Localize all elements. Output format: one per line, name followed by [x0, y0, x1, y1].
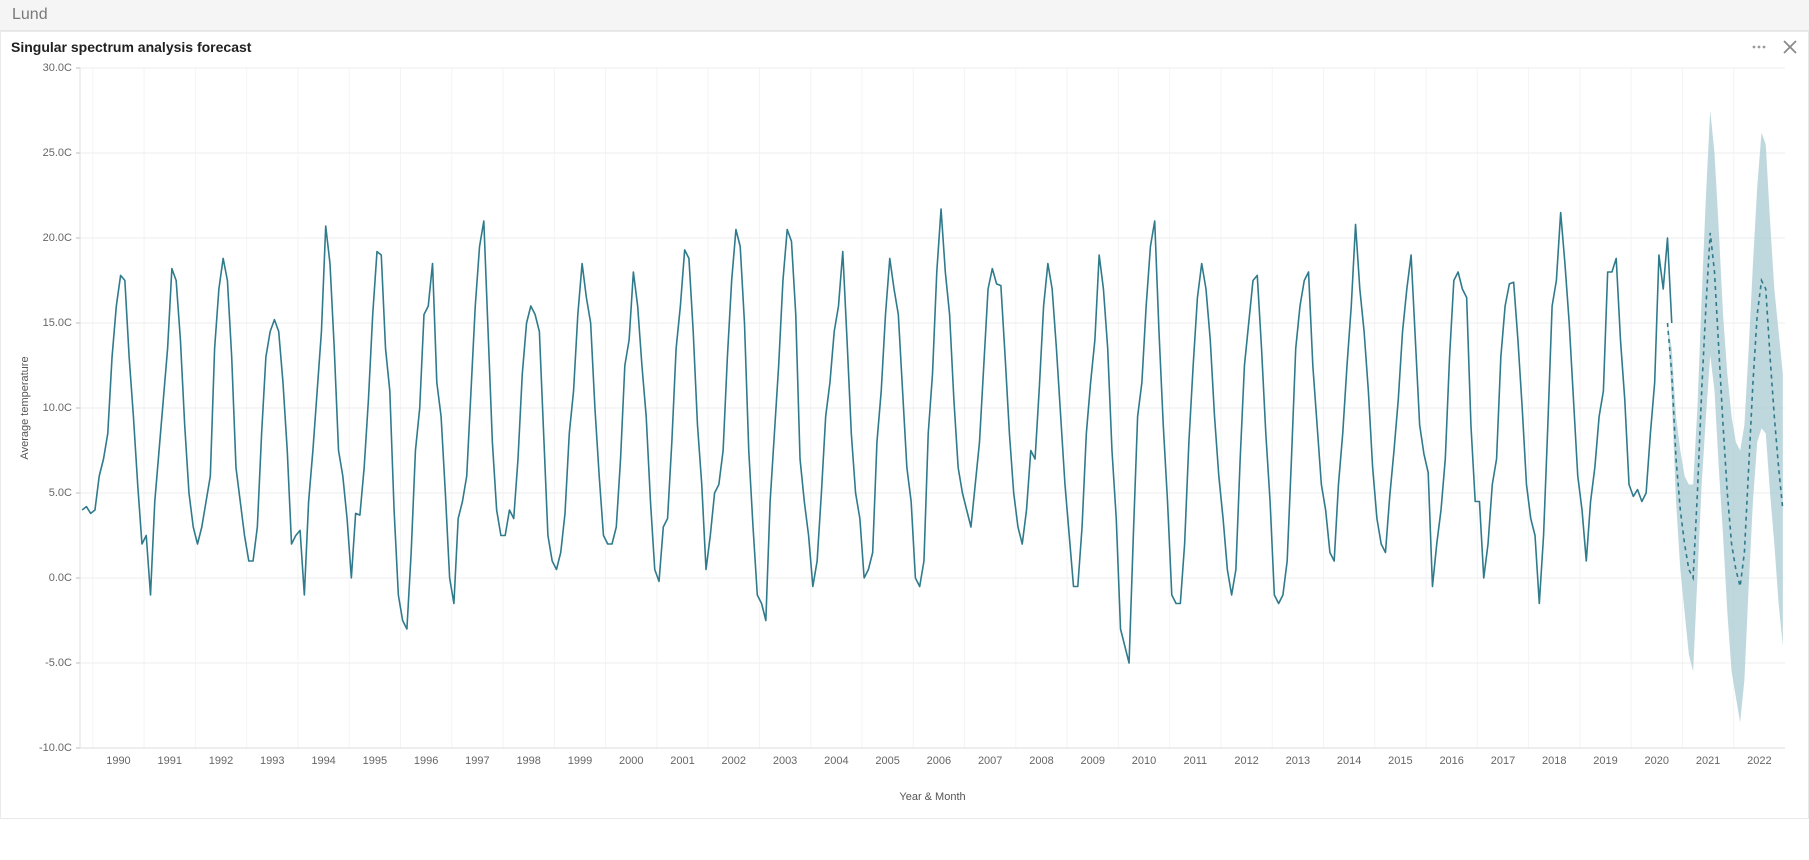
svg-text:2002: 2002: [721, 755, 745, 767]
svg-text:2011: 2011: [1183, 755, 1207, 767]
svg-text:15.0C: 15.0C: [42, 317, 71, 329]
svg-text:25.0C: 25.0C: [42, 147, 71, 159]
svg-text:2019: 2019: [1593, 755, 1617, 767]
svg-text:1992: 1992: [208, 755, 232, 767]
svg-text:2005: 2005: [875, 755, 899, 767]
svg-text:2012: 2012: [1234, 755, 1258, 767]
more-icon[interactable]: [1750, 38, 1768, 56]
chart-panel: Singular spectrum analysis forecast -10.…: [0, 31, 1809, 819]
svg-text:2003: 2003: [772, 755, 796, 767]
svg-text:2004: 2004: [824, 755, 848, 767]
svg-text:1990: 1990: [106, 755, 130, 767]
svg-text:2014: 2014: [1336, 755, 1360, 767]
svg-text:1997: 1997: [465, 755, 489, 767]
svg-text:2007: 2007: [977, 755, 1001, 767]
svg-text:2018: 2018: [1542, 755, 1566, 767]
line-chart: -10.0C -5.0C 0.0C 5.0C 10.0C 15.0C 20.0C 25.0C 3…: [10, 58, 1800, 818]
svg-text:2016: 2016: [1439, 755, 1463, 767]
svg-text:30.0C: 30.0C: [42, 62, 71, 74]
svg-text:2006: 2006: [926, 755, 950, 767]
svg-text:10.0C: 10.0C: [42, 402, 71, 414]
panel-actions: [1750, 38, 1798, 56]
svg-text:2017: 2017: [1490, 755, 1514, 767]
svg-text:Year & Month: Year & Month: [899, 791, 965, 803]
svg-text:5.0C: 5.0C: [48, 487, 71, 499]
svg-text:2015: 2015: [1388, 755, 1412, 767]
svg-text:1995: 1995: [362, 755, 386, 767]
svg-text:2021: 2021: [1695, 755, 1719, 767]
svg-text:20.0C: 20.0C: [42, 232, 71, 244]
close-icon[interactable]: [1782, 39, 1798, 55]
svg-text:2022: 2022: [1747, 755, 1771, 767]
svg-text:-5.0C: -5.0C: [45, 657, 72, 669]
svg-text:2020: 2020: [1644, 755, 1668, 767]
svg-text:-10.0C: -10.0C: [38, 742, 71, 754]
app-title: Lund: [0, 0, 1809, 31]
svg-text:1991: 1991: [157, 755, 181, 767]
panel-title: Singular spectrum analysis forecast: [11, 39, 251, 55]
svg-text:1994: 1994: [311, 755, 335, 767]
svg-text:2013: 2013: [1285, 755, 1309, 767]
svg-text:2010: 2010: [1131, 755, 1155, 767]
svg-text:Average temperature: Average temperature: [19, 356, 31, 459]
svg-text:2001: 2001: [670, 755, 694, 767]
svg-text:1999: 1999: [567, 755, 591, 767]
panel-header: Singular spectrum analysis forecast: [1, 32, 1808, 58]
svg-text:2009: 2009: [1080, 755, 1104, 767]
svg-text:2000: 2000: [618, 755, 642, 767]
svg-text:0.0C: 0.0C: [48, 572, 71, 584]
chart-area: -10.0C -5.0C 0.0C 5.0C 10.0C 15.0C 20.0C 25.0C 3…: [10, 58, 1800, 818]
svg-text:1996: 1996: [413, 755, 437, 767]
svg-text:1993: 1993: [260, 755, 284, 767]
svg-text:2008: 2008: [1029, 755, 1053, 767]
svg-text:1998: 1998: [516, 755, 540, 767]
